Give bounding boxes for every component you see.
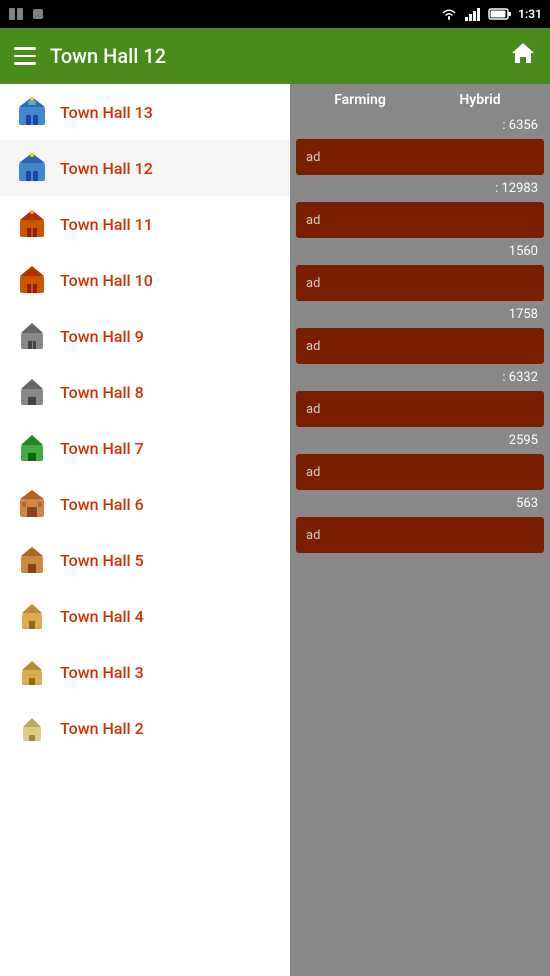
content-section-1: : 6356 ad bbox=[290, 116, 550, 175]
content-panel: Farming Hybrid : 6356 ad : 12983 ad 1560… bbox=[290, 84, 550, 976]
android-icon bbox=[8, 6, 26, 22]
town-hall-9-image bbox=[15, 319, 49, 353]
time-display: 1:31 bbox=[518, 7, 542, 21]
bar-3[interactable]: ad bbox=[296, 265, 544, 301]
town-hall-6-image bbox=[15, 487, 49, 521]
sidebar-item-th5[interactable]: Town Hall 5 bbox=[0, 532, 290, 588]
sidebar-label-th13: Town Hall 13 bbox=[60, 103, 153, 122]
notification-icon bbox=[30, 6, 46, 22]
town-hall-13-image bbox=[15, 95, 49, 129]
main-container: Town Hall 13 Town Hall 12 bbox=[0, 84, 550, 976]
sidebar-item-th8[interactable]: Town Hall 8 bbox=[0, 364, 290, 420]
content-section-7: 563 ad bbox=[290, 494, 550, 553]
content-section-4: 1758 ad bbox=[290, 305, 550, 364]
column-headers: Farming Hybrid bbox=[290, 84, 550, 116]
signal-icon bbox=[464, 7, 482, 21]
app-bar-left: Town Hall 12 bbox=[14, 44, 166, 68]
bar-6[interactable]: ad bbox=[296, 454, 544, 490]
town-hall-7-image bbox=[15, 431, 49, 465]
app-bar-title: Town Hall 12 bbox=[50, 44, 166, 68]
sidebar-item-th12[interactable]: Town Hall 12 bbox=[0, 140, 290, 196]
bar-2[interactable]: ad bbox=[296, 202, 544, 238]
th8-icon bbox=[14, 374, 50, 410]
bar-label-3: ad bbox=[306, 276, 320, 291]
sidebar-item-th9[interactable]: Town Hall 9 bbox=[0, 308, 290, 364]
sidebar-label-th2: Town Hall 2 bbox=[60, 719, 144, 738]
value-4: 1758 bbox=[290, 305, 550, 324]
value-1: : 6356 bbox=[290, 116, 550, 135]
town-hall-3-image bbox=[15, 655, 49, 689]
town-hall-10-image bbox=[15, 263, 49, 297]
farming-header: Farming bbox=[300, 92, 420, 108]
status-bar: 1:31 bbox=[0, 0, 550, 28]
battery-icon bbox=[488, 7, 512, 21]
status-bar-right: 1:31 bbox=[440, 7, 542, 21]
town-hall-12-image bbox=[15, 151, 49, 185]
sidebar-label-th10: Town Hall 10 bbox=[60, 271, 153, 290]
content-section-6: 2595 ad bbox=[290, 431, 550, 490]
sidebar-label-th6: Town Hall 6 bbox=[60, 495, 144, 514]
bar-5[interactable]: ad bbox=[296, 391, 544, 427]
th2-icon bbox=[14, 710, 50, 746]
app-bar: Town Hall 12 bbox=[0, 28, 550, 84]
th6-icon bbox=[14, 486, 50, 522]
bar-label-2: ad bbox=[306, 213, 320, 228]
menu-button[interactable] bbox=[14, 47, 36, 65]
bar-1[interactable]: ad bbox=[296, 139, 544, 175]
th3-icon bbox=[14, 654, 50, 690]
hybrid-header: Hybrid bbox=[420, 92, 540, 108]
town-hall-11-image bbox=[15, 207, 49, 241]
content-section-3: 1560 ad bbox=[290, 242, 550, 301]
th10-icon bbox=[14, 262, 50, 298]
th5-icon bbox=[14, 542, 50, 578]
bar-label-1: ad bbox=[306, 150, 320, 165]
th13-icon bbox=[14, 94, 50, 130]
home-button[interactable] bbox=[510, 40, 536, 73]
bar-7[interactable]: ad bbox=[296, 517, 544, 553]
th4-icon bbox=[14, 598, 50, 634]
value-7: 563 bbox=[290, 494, 550, 513]
sidebar-label-th3: Town Hall 3 bbox=[60, 663, 144, 682]
town-hall-8-image bbox=[15, 375, 49, 409]
sidebar-item-th13[interactable]: Town Hall 13 bbox=[0, 84, 290, 140]
sidebar-item-th4[interactable]: Town Hall 4 bbox=[0, 588, 290, 644]
sidebar-item-th7[interactable]: Town Hall 7 bbox=[0, 420, 290, 476]
sidebar-item-th2[interactable]: Town Hall 2 bbox=[0, 700, 290, 756]
th12-icon bbox=[14, 150, 50, 186]
bar-label-5: ad bbox=[306, 402, 320, 417]
sidebar-label-th12: Town Hall 12 bbox=[60, 159, 153, 178]
bar-4[interactable]: ad bbox=[296, 328, 544, 364]
sidebar-item-th6[interactable]: Town Hall 6 bbox=[0, 476, 290, 532]
th7-icon bbox=[14, 430, 50, 466]
content-section-2: : 12983 ad bbox=[290, 179, 550, 238]
sidebar-label-th11: Town Hall 11 bbox=[60, 215, 153, 234]
sidebar-label-th8: Town Hall 8 bbox=[60, 383, 144, 402]
wifi-icon bbox=[440, 7, 458, 21]
bar-label-4: ad bbox=[306, 339, 320, 354]
sidebar-label-th9: Town Hall 9 bbox=[60, 327, 144, 346]
sidebar-item-th3[interactable]: Town Hall 3 bbox=[0, 644, 290, 700]
value-6: 2595 bbox=[290, 431, 550, 450]
sidebar: Town Hall 13 Town Hall 12 bbox=[0, 84, 290, 976]
town-hall-4-image bbox=[15, 599, 49, 633]
sidebar-label-th5: Town Hall 5 bbox=[60, 551, 144, 570]
content-section-5: : 6332 ad bbox=[290, 368, 550, 427]
th9-icon bbox=[14, 318, 50, 354]
value-3: 1560 bbox=[290, 242, 550, 261]
value-2: : 12983 bbox=[290, 179, 550, 198]
value-5: : 6332 bbox=[290, 368, 550, 387]
bar-label-6: ad bbox=[306, 465, 320, 480]
town-hall-5-image bbox=[15, 543, 49, 577]
home-icon bbox=[510, 40, 536, 66]
sidebar-label-th7: Town Hall 7 bbox=[60, 439, 144, 458]
th11-icon bbox=[14, 206, 50, 242]
sidebar-label-th4: Town Hall 4 bbox=[60, 607, 144, 626]
bar-label-7: ad bbox=[306, 528, 320, 543]
status-bar-left bbox=[8, 6, 46, 22]
sidebar-item-th10[interactable]: Town Hall 10 bbox=[0, 252, 290, 308]
town-hall-2-image bbox=[15, 711, 49, 745]
sidebar-item-th11[interactable]: Town Hall 11 bbox=[0, 196, 290, 252]
